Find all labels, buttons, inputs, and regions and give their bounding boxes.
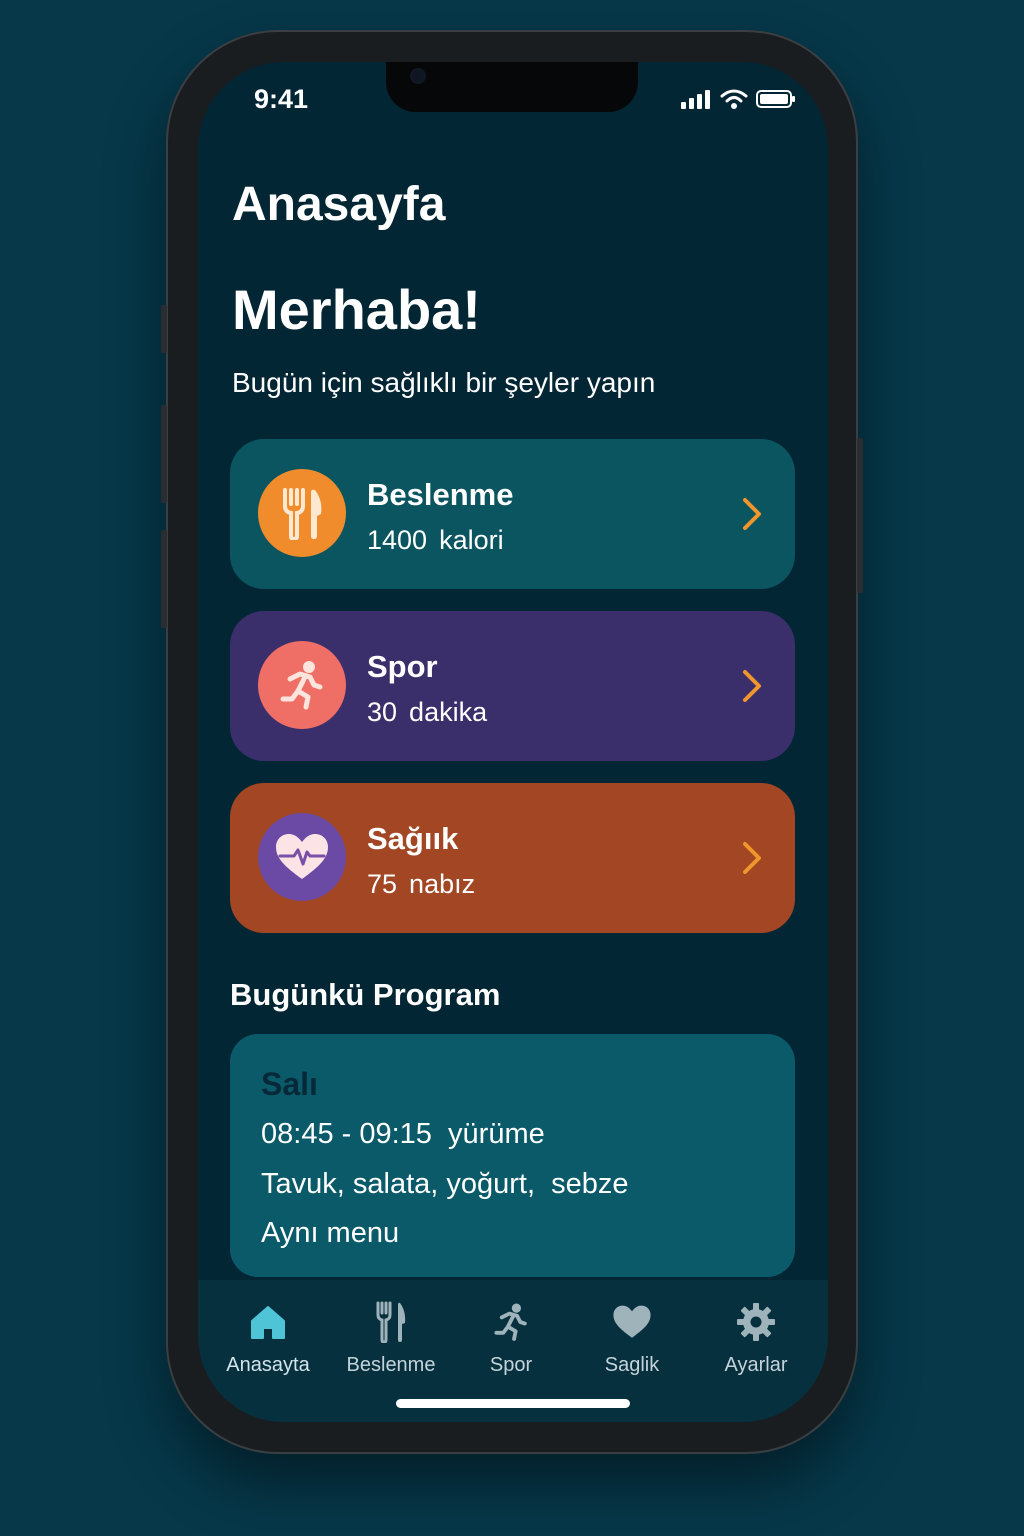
chevron-right-icon (743, 842, 761, 874)
program-line: Aynı menu (261, 1217, 400, 1249)
tab-label: Anasayta (226, 1354, 310, 1376)
status-icons (680, 88, 796, 110)
fork-knife-icon (376, 1301, 406, 1343)
tab-label: Spor (489, 1354, 533, 1376)
card-value-number: 30 (367, 697, 398, 727)
program-line: 08:45 - 09:15 yürüme (261, 1118, 545, 1150)
card-value: 30 dakika (367, 697, 499, 728)
card-value-unit: nabız (409, 869, 476, 899)
card-title: Spor (367, 649, 438, 684)
card-title: Beslenme (367, 477, 514, 512)
tab-label: Beslenme (346, 1354, 436, 1376)
chevron-right-icon (743, 670, 761, 702)
tab-health[interactable]: Saglik (572, 1298, 692, 1377)
gear-icon (737, 1303, 775, 1341)
card-value-unit: dakika (409, 697, 488, 727)
heart-pulse-icon (258, 813, 346, 901)
card-value-unit: kalori (439, 525, 504, 555)
phone-power-button (857, 438, 863, 593)
fork-knife-icon (258, 469, 346, 557)
program-day: Salı (261, 1066, 318, 1102)
tab-home[interactable]: Anasayta (208, 1298, 328, 1377)
tab-sport[interactable]: Spor (451, 1298, 571, 1377)
phone-volume-down-button (161, 530, 167, 628)
subtitle: Bugün için sağlıklı bir şeyler yapın (232, 367, 656, 398)
tab-label: Saglik (604, 1354, 660, 1376)
card-value-number: 75 (367, 869, 398, 899)
running-icon (258, 641, 346, 729)
tab-nutrition[interactable]: Beslenme (331, 1298, 451, 1377)
card-value: 1400 kalori (367, 525, 516, 556)
app-screen: 9:41 Anasayfa Merhaba! Bugün için sağlık… (198, 62, 828, 1422)
chevron-right-icon (743, 498, 761, 530)
tab-label: Ayarlar (724, 1354, 788, 1376)
home-icon (251, 1306, 285, 1339)
program-section-title: Bugünkü Program (230, 977, 501, 1012)
phone-side-button (161, 305, 167, 353)
notch (386, 62, 638, 112)
battery-icon (756, 90, 795, 108)
card-title: Sağıık (367, 821, 459, 856)
phone-volume-up-button (161, 405, 167, 503)
running-icon (494, 1303, 527, 1341)
page-title: Anasayfa (232, 178, 446, 231)
nutrition-card[interactable]: Beslenme 1400 kalori (230, 439, 795, 589)
heart-icon (613, 1305, 651, 1338)
status-time: 9:41 (254, 84, 309, 114)
program-card[interactable]: Salı 08:45 - 09:15 yürüme Tavuk, salata,… (230, 1034, 795, 1277)
home-indicator[interactable] (396, 1399, 630, 1408)
health-card[interactable]: Sağıık 75 nabız (230, 783, 795, 933)
tab-bar: Anasayta Beslenme Spor Saglik Ayarlar (198, 1280, 828, 1422)
card-value: 75 nabız (367, 869, 487, 900)
sport-card[interactable]: Spor 30 dakika (230, 611, 795, 761)
wifi-icon (720, 89, 748, 109)
tab-settings[interactable]: Ayarlar (696, 1298, 816, 1377)
card-value-number: 1400 (367, 525, 428, 555)
signal-icon (681, 90, 710, 109)
front-camera (412, 70, 424, 82)
program-line: Tavuk, salata, yoğurt, sebze (261, 1168, 629, 1200)
greeting: Merhaba! (232, 278, 481, 341)
